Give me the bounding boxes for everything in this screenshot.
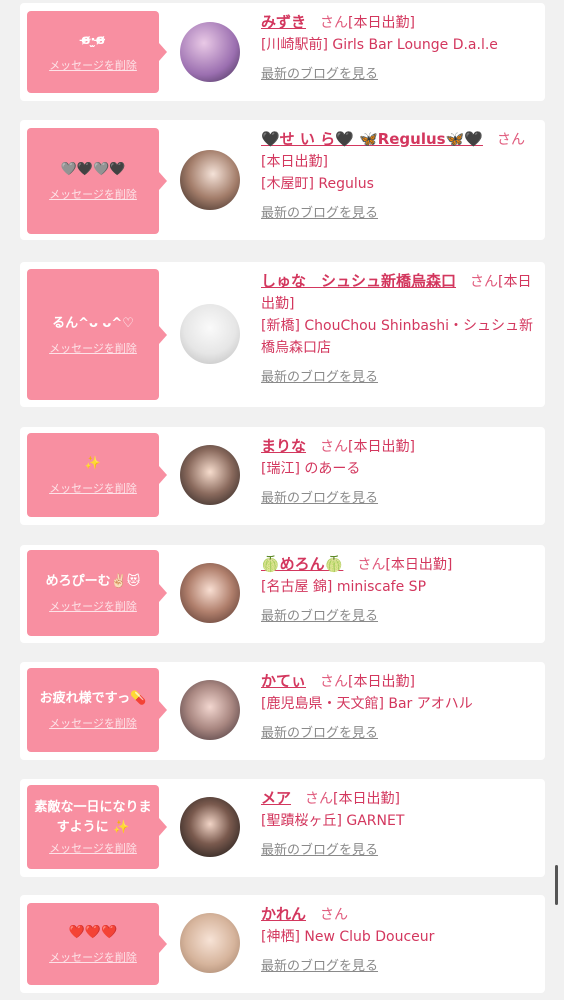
message-bubble: るん^ᴗ ᴗ^♡ メッセージを削除 <box>27 269 167 400</box>
message-bubble: ❤️❤️❤️ メッセージを削除 <box>27 903 167 985</box>
san-label: さん <box>357 557 386 573</box>
message-text: 🩶🖤🩶🖤 <box>60 162 126 177</box>
girl-name-link[interactable]: メア <box>261 789 291 807</box>
delete-message-link[interactable]: メッセージを削除 <box>49 340 137 356</box>
message-text: ɞ̴̶̷·̫ɞ̴̶̷ <box>81 33 105 48</box>
message-card: るん^ᴗ ᴗ^♡ メッセージを削除 しゅな シュシュ新橋烏森口 さん[本日出勤]… <box>20 262 545 407</box>
avatar[interactable] <box>180 563 240 623</box>
san-label: さん <box>496 132 525 148</box>
message-text: 素敵な一日になりますように ✨ <box>34 800 152 835</box>
message-bubble: お疲れ様ですっ💊 メッセージを削除 <box>27 668 167 752</box>
avatar[interactable] <box>180 913 240 973</box>
delete-message-link[interactable]: メッセージを削除 <box>49 715 137 731</box>
status-text: [本日出勤] <box>385 557 453 573</box>
latest-blog-link[interactable]: 最新のブログを見る <box>261 723 537 745</box>
avatar[interactable] <box>180 445 240 505</box>
latest-blog-link[interactable]: 最新のブログを見る <box>261 203 537 225</box>
avatar[interactable] <box>180 680 240 740</box>
shop-text: [鹿児島県・天文館] Bar アオハル <box>261 696 473 712</box>
message-card: ❤️❤️❤️ メッセージを削除 かれん さん [神栖] New Club Dou… <box>20 895 545 993</box>
latest-blog-link[interactable]: 最新のブログを見る <box>261 488 537 510</box>
latest-blog-link[interactable]: 最新のブログを見る <box>261 367 537 389</box>
avatar[interactable] <box>180 797 240 857</box>
message-bubble: めろぴーむ✌🏻😻 メッセージを削除 <box>27 550 167 636</box>
status-text: [本日出勤] <box>348 439 415 455</box>
san-label: さん <box>320 439 349 455</box>
status-text: [本日出勤] <box>348 674 415 690</box>
status-text: [本日出勤] <box>261 154 328 170</box>
shop-text: [名古屋 錦] miniscafe SP <box>261 579 427 595</box>
message-card: 🩶🖤🩶🖤 メッセージを削除 🖤せ い ら🖤 🦋Regulus🦋🖤 さん [本日出… <box>20 120 545 240</box>
shop-text: [木屋町] Regulus <box>261 176 374 192</box>
message-text: るん^ᴗ ᴗ^♡ <box>52 315 134 331</box>
message-text: お疲れ様ですっ💊 <box>39 691 147 706</box>
delete-message-link[interactable]: メッセージを削除 <box>49 949 137 965</box>
message-card: 素敵な一日になりますように ✨ メッセージを削除 メア さん[本日出勤] [聖蹟… <box>20 779 545 877</box>
message-text: ✨ <box>84 456 102 471</box>
latest-blog-link[interactable]: 最新のブログを見る <box>261 956 537 978</box>
girl-name-link[interactable]: 🖤せ い ら🖤 🦋Regulus🦋🖤 <box>261 130 483 148</box>
san-label: さん <box>320 907 349 923</box>
message-card: ✨ メッセージを削除 まりな さん[本日出勤] [瑞江] のあーる 最新のブログ… <box>20 427 545 525</box>
message-card: ɞ̴̶̷·̫ɞ̴̶̷ メッセージを削除 みずき さん[本日出勤] [川崎駅前] … <box>20 3 545 101</box>
girl-name-link[interactable]: かてぃ <box>261 672 306 690</box>
delete-message-link[interactable]: メッセージを削除 <box>49 57 137 73</box>
message-bubble: ✨ メッセージを削除 <box>27 433 167 517</box>
latest-blog-link[interactable]: 最新のブログを見る <box>261 606 537 628</box>
shop-text: [聖蹟桜ヶ丘] GARNET <box>261 813 405 829</box>
message-text: ❤️❤️❤️ <box>68 925 118 940</box>
san-label: さん <box>320 15 349 31</box>
san-label: さん <box>320 674 349 690</box>
shop-text: [神栖] New Club Douceur <box>261 929 435 945</box>
status-text: [本日出勤] <box>348 15 415 31</box>
message-bubble: 素敵な一日になりますように ✨ メッセージを削除 <box>27 785 167 869</box>
avatar[interactable] <box>180 304 240 364</box>
shop-text: [瑞江] のあーる <box>261 461 361 477</box>
delete-message-link[interactable]: メッセージを削除 <box>49 598 137 614</box>
san-label: さん <box>305 791 334 807</box>
girl-name-link[interactable]: まりな <box>261 437 306 455</box>
latest-blog-link[interactable]: 最新のブログを見る <box>261 840 537 862</box>
shop-text: [新橋] ChouChou Shinbashi・シュシュ新橋烏森口店 <box>261 318 534 356</box>
message-text: めろぴーむ✌🏻😻 <box>45 574 141 589</box>
avatar[interactable] <box>180 150 240 210</box>
girl-name-link[interactable]: しゅな シュシュ新橋烏森口 <box>261 272 456 290</box>
message-card: お疲れ様ですっ💊 メッセージを削除 かてぃ さん[本日出勤] [鹿児島県・天文館… <box>20 662 545 760</box>
delete-message-link[interactable]: メッセージを削除 <box>49 840 137 856</box>
delete-message-link[interactable]: メッセージを削除 <box>49 186 137 202</box>
scrollbar[interactable] <box>555 865 558 905</box>
latest-blog-link[interactable]: 最新のブログを見る <box>261 64 537 86</box>
san-label: さん <box>470 274 499 290</box>
status-text: [本日出勤] <box>333 791 400 807</box>
girl-name-link[interactable]: 🍈めろん🍈 <box>261 555 343 573</box>
girl-name-link[interactable]: みずき <box>261 13 306 31</box>
message-card: めろぴーむ✌🏻😻 メッセージを削除 🍈めろん🍈 さん[本日出勤] [名古屋 錦]… <box>20 545 545 643</box>
girl-name-link[interactable]: かれん <box>261 905 306 923</box>
message-bubble: ɞ̴̶̷·̫ɞ̴̶̷ メッセージを削除 <box>27 11 167 93</box>
avatar[interactable] <box>180 22 240 82</box>
delete-message-link[interactable]: メッセージを削除 <box>49 480 137 496</box>
message-bubble: 🩶🖤🩶🖤 メッセージを削除 <box>27 128 167 234</box>
shop-text: [川崎駅前] Girls Bar Lounge D.a.l.e <box>261 37 498 53</box>
